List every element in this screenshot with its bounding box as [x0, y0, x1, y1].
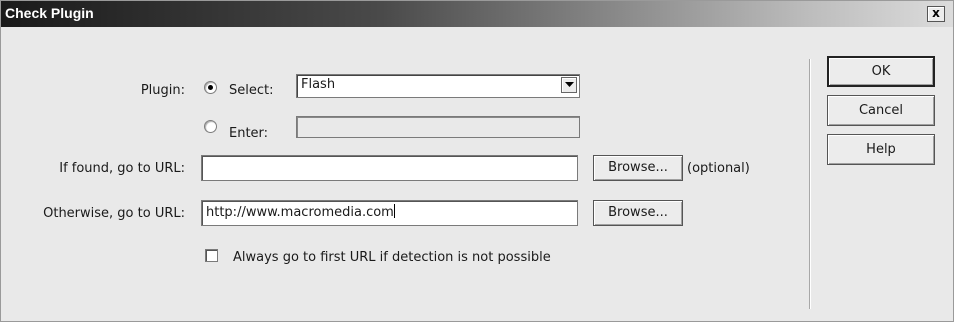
close-button[interactable]: x — [927, 6, 945, 22]
otherwise-url-label: Otherwise, go to URL: — [43, 206, 185, 221]
found-url-browse-button[interactable]: Browse... — [593, 155, 683, 181]
found-url-label: If found, go to URL: — [59, 161, 185, 176]
plugin-select-value: Flash — [301, 77, 336, 92]
otherwise-url-input[interactable]: http://www.macromedia.com — [201, 200, 578, 226]
plugin-enter-input[interactable] — [296, 116, 580, 138]
plugin-enter-label: Enter: — [229, 126, 269, 141]
dropdown-arrow-button[interactable] — [561, 77, 577, 93]
plugin-enter-radio[interactable] — [204, 120, 217, 133]
ok-button[interactable]: OK — [827, 56, 935, 87]
plugin-select-radio[interactable] — [204, 81, 217, 94]
window-title: Check Plugin — [5, 5, 94, 21]
chevron-down-icon — [565, 82, 574, 87]
always-first-url-checkbox[interactable] — [205, 249, 218, 262]
plugin-label: Plugin: — [140, 83, 185, 98]
text-caret — [393, 204, 395, 218]
radio-selected-dot — [208, 85, 213, 90]
always-first-url-label: Always go to first URL if detection is n… — [233, 250, 551, 265]
cancel-button[interactable]: Cancel — [827, 95, 935, 126]
otherwise-url-browse-button[interactable]: Browse... — [593, 200, 683, 226]
found-url-input[interactable] — [201, 155, 578, 181]
optional-note: (optional) — [687, 161, 750, 176]
close-icon: x — [932, 6, 940, 20]
vertical-divider — [809, 59, 810, 309]
check-plugin-dialog: Check Plugin x Plugin: Select: Flash Ent… — [0, 0, 954, 322]
help-button[interactable]: Help — [827, 134, 935, 165]
plugin-select-dropdown[interactable]: Flash — [296, 74, 580, 98]
otherwise-url-value: http://www.macromedia.com — [206, 205, 394, 220]
title-bar: Check Plugin x — [1, 1, 953, 27]
plugin-select-label: Select: — [229, 83, 274, 98]
